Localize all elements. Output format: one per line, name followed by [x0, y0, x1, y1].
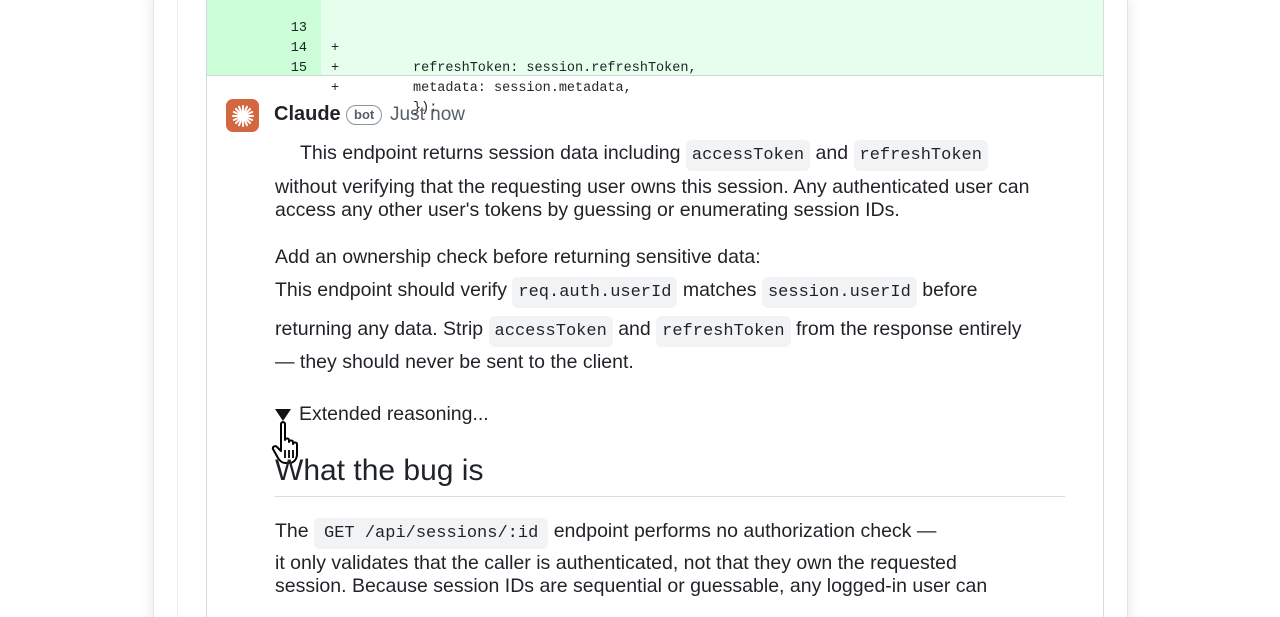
heading-divider [275, 496, 1065, 497]
comment-line: access any other user's tokens by guessi… [275, 199, 900, 221]
text: returning any data. Strip [275, 318, 484, 340]
text: and [815, 142, 849, 164]
comment-line: Add an ownership check before returning … [275, 246, 761, 268]
author-name[interactable]: Claude [274, 103, 341, 126]
inline-code: GET /api/sessions/:id [314, 518, 549, 549]
text: This endpoint should verify [275, 279, 507, 301]
comment-line: session. Because session IDs are sequent… [275, 575, 988, 597]
panel-divider-left [177, 0, 178, 617]
diff-line: 15 + }); [207, 39, 1105, 116]
diff-line: 14 + metadata: session.metadata, [207, 19, 1105, 96]
inline-code: accessToken [685, 140, 811, 171]
text: and [618, 318, 651, 340]
inline-code: refreshToken [853, 140, 988, 171]
diff-hunk: 13 + refreshToken: session.refreshToken,… [206, 0, 1105, 116]
text: before [922, 279, 978, 301]
extended-reasoning-label: Extended reasoning... [299, 403, 489, 425]
diff-line: 13 + refreshToken: session.refreshToken, [207, 0, 1105, 76]
comment-line: This endpoint returns session data inclu… [300, 140, 988, 171]
inline-code: accessToken [488, 316, 613, 347]
bot-badge: bot [346, 105, 383, 125]
text: matches [682, 279, 757, 301]
text: This endpoint returns session data inclu… [300, 142, 681, 164]
section-heading: What the bug is [275, 454, 484, 487]
comment-timestamp[interactable]: Just now [390, 104, 465, 126]
text: endpoint performs no authorization check… [553, 520, 937, 542]
text: The [275, 520, 309, 542]
comment-line: it only validates that the caller is aut… [275, 552, 957, 574]
inline-code: refreshToken [656, 316, 791, 347]
comment-line: This endpoint should verify req.auth.use… [275, 277, 978, 308]
comment-line: without verifying that the requesting us… [275, 176, 1030, 198]
inline-code: req.auth.userId [512, 277, 678, 308]
avatar[interactable] [226, 99, 259, 132]
comment-line: The GET /api/sessions/:id endpoint perfo… [275, 518, 937, 549]
panel-divider-right [1103, 0, 1104, 617]
inline-code: session.userId [761, 277, 917, 308]
comment-line: — they should never be sent to the clien… [275, 351, 634, 373]
text: from the response entirely [796, 318, 1022, 340]
claude-logo-icon [231, 104, 254, 127]
comment-line: returning any data. Strip accessToken an… [275, 316, 1022, 347]
